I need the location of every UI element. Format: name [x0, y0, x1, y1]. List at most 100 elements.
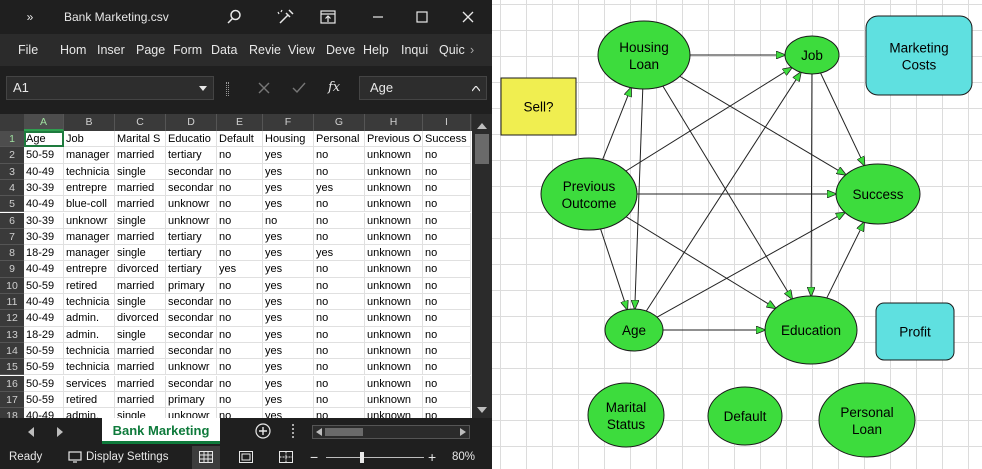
table-cell[interactable]: yes [263, 375, 314, 392]
tab-help[interactable]: Help [363, 34, 393, 66]
row-header[interactable]: 6 [0, 212, 24, 229]
table-cell[interactable]: unknowr [64, 212, 115, 229]
node-age[interactable]: Age [604, 308, 664, 352]
table-cell[interactable]: 40-49 [24, 310, 64, 327]
vertical-scroll-thumb[interactable] [475, 134, 489, 164]
table-cell[interactable]: 40-49 [24, 408, 64, 418]
table-cell[interactable]: no [423, 163, 471, 180]
table-cell[interactable]: unknown [365, 408, 423, 418]
chevron-down-icon[interactable] [199, 86, 207, 92]
node-sell[interactable]: Sell? [500, 77, 577, 136]
tab-page-layout[interactable]: Page [136, 34, 168, 66]
table-cell[interactable]: single [115, 294, 166, 311]
table-cell[interactable]: admin. [64, 310, 115, 327]
add-sheet-icon[interactable] [255, 423, 271, 439]
edge-prev-to-housing[interactable] [602, 88, 631, 160]
search-icon[interactable] [222, 0, 246, 34]
table-cell[interactable]: no [314, 408, 365, 418]
table-cell[interactable]: Marital S [115, 131, 166, 148]
column-header[interactable]: B [64, 114, 115, 131]
table-cell[interactable]: single [115, 163, 166, 180]
edge-job-to-success[interactable] [820, 72, 865, 166]
table-cell[interactable]: blue-coll [64, 196, 115, 213]
table-cell[interactable]: secondar [166, 375, 217, 392]
tab-formulas[interactable]: Form [173, 34, 207, 66]
node-marital[interactable]: Marital Status [587, 382, 665, 448]
table-cell[interactable]: unknowr [166, 359, 217, 376]
edge-education-to-success[interactable] [826, 222, 864, 299]
table-cell[interactable]: unknown [365, 179, 423, 197]
table-cell[interactable]: unknown [365, 163, 423, 180]
minimize-icon[interactable] [366, 0, 390, 34]
display-settings-button[interactable]: Display Settings [86, 446, 168, 469]
table-cell[interactable]: technicia [64, 342, 115, 360]
table-cell[interactable]: unknown [365, 261, 423, 278]
table-cell[interactable]: Previous O [365, 131, 423, 148]
row-header[interactable]: 14 [0, 342, 24, 360]
table-cell[interactable]: no [217, 147, 263, 164]
table-cell[interactable]: no [423, 147, 471, 164]
tab-split-handle-icon[interactable] [292, 424, 296, 438]
table-cell[interactable]: no [423, 342, 471, 360]
row-header[interactable]: 1 [0, 131, 24, 148]
table-cell[interactable]: unknown [365, 228, 423, 246]
spreadsheet-grid[interactable]: ABCDEFGHI 1 2 3 4 5 6 7 8 9 10 11 12 13 14 15 16 17 18 Ag… [0, 114, 492, 418]
table-cell[interactable]: married [115, 277, 166, 294]
row-header[interactable]: 3 [0, 163, 24, 180]
cancel-icon[interactable] [258, 82, 270, 94]
table-cell[interactable]: no [423, 212, 471, 229]
table-cell[interactable]: yes [314, 179, 365, 197]
table-cell[interactable]: no [217, 212, 263, 229]
column-header[interactable]: D [166, 114, 217, 131]
zoom-slider-thumb[interactable] [360, 452, 365, 463]
node-shape-marketing[interactable] [865, 15, 973, 96]
row-header[interactable]: 18 [0, 408, 24, 418]
table-cell[interactable]: unknown [365, 147, 423, 164]
ribbon-scroll-right-icon[interactable]: › [470, 34, 484, 66]
table-cell[interactable]: yes [263, 261, 314, 278]
next-sheet-icon[interactable] [56, 427, 64, 437]
table-cell[interactable]: single [115, 212, 166, 229]
table-cell[interactable]: unknown [365, 245, 423, 262]
table-cell[interactable]: no [423, 375, 471, 392]
table-cell[interactable]: no [423, 326, 471, 343]
table-cell[interactable]: no [423, 245, 471, 262]
edge-job-to-education[interactable] [811, 73, 812, 296]
table-cell[interactable]: no [423, 391, 471, 409]
table-cell[interactable]: 30-39 [24, 212, 64, 229]
coauthor-icon[interactable] [274, 0, 298, 34]
table-cell[interactable]: 50-59 [24, 375, 64, 392]
table-cell[interactable]: no [314, 147, 365, 164]
table-cell[interactable]: yes [314, 245, 365, 262]
insert-function-icon[interactable]: fx [328, 76, 348, 100]
table-cell[interactable]: yes [263, 179, 314, 197]
table-cell[interactable]: 50-59 [24, 391, 64, 409]
table-cell[interactable]: manager [64, 228, 115, 246]
horizontal-scroll-thumb[interactable] [325, 428, 363, 436]
table-cell[interactable]: yes [217, 261, 263, 278]
table-cell[interactable]: no [217, 326, 263, 343]
table-cell[interactable]: 50-59 [24, 147, 64, 164]
table-cell[interactable]: Personal [314, 131, 365, 148]
table-cell[interactable]: unknown [365, 342, 423, 360]
table-cell[interactable]: no [314, 196, 365, 213]
vertical-scrollbar[interactable] [472, 114, 492, 418]
table-cell[interactable]: 40-49 [24, 294, 64, 311]
table-cell[interactable]: unknowr [166, 408, 217, 418]
table-cell[interactable]: married [115, 228, 166, 246]
table-cell[interactable]: retired [64, 277, 115, 294]
row-header[interactable]: 4 [0, 179, 24, 197]
table-cell[interactable]: technicia [64, 163, 115, 180]
row-header[interactable]: 15 [0, 359, 24, 376]
zoom-out-icon[interactable]: − [310, 446, 318, 469]
row-header[interactable]: 13 [0, 326, 24, 343]
table-cell[interactable]: married [115, 147, 166, 164]
table-cell[interactable]: single [115, 408, 166, 418]
table-cell[interactable]: entrepre [64, 179, 115, 197]
table-cell[interactable]: secondar [166, 310, 217, 327]
table-cell[interactable]: Housing [263, 131, 314, 148]
table-cell[interactable]: no [217, 342, 263, 360]
table-cell[interactable]: no [314, 163, 365, 180]
table-cell[interactable]: no [423, 228, 471, 246]
tab-review[interactable]: Revie [249, 34, 283, 66]
